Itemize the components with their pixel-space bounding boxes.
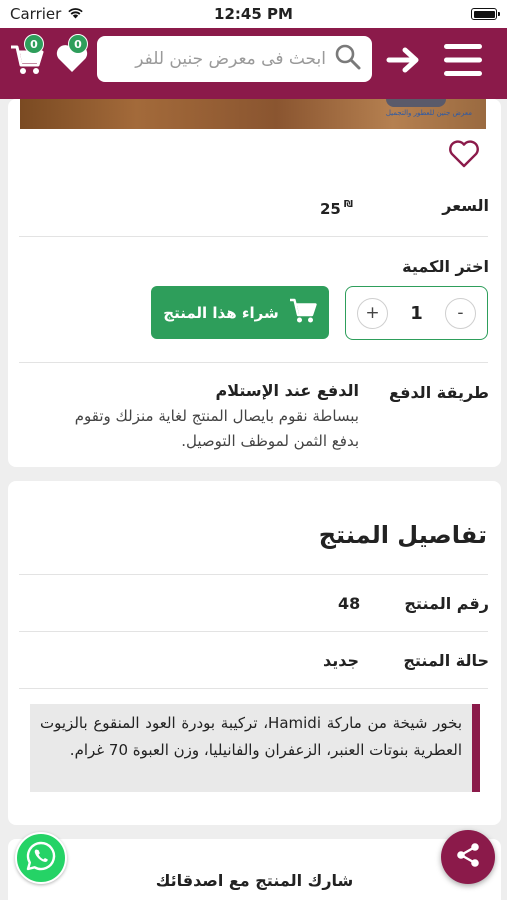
divider	[19, 631, 488, 632]
currency-symbol: ₪	[343, 199, 353, 210]
wishlist-count-badge: 0	[68, 34, 88, 54]
quantity-minus-button[interactable]: -	[445, 297, 476, 329]
product-description: بخور شيخة من ماركة Hamidi، تركيبة بودرة …	[30, 704, 480, 792]
quantity-label: اختر الكمية	[402, 257, 489, 276]
search-box[interactable]	[97, 36, 372, 82]
search-input[interactable]	[107, 49, 326, 69]
brand-caption: معرض جنين للعطور والتجميل	[385, 109, 472, 117]
share-label: شارك المنتج مع اصدقائك	[155, 871, 354, 890]
whatsapp-icon	[25, 840, 57, 876]
payment-description: ببساطة نقوم بايصال المنتج لغاية منزلك وت…	[74, 407, 359, 450]
price-value: 25 ₪	[320, 199, 353, 218]
payment-label: طريقة الدفع	[389, 383, 489, 402]
app-header: 0 0	[0, 28, 507, 99]
whatsapp-button[interactable]	[15, 832, 67, 884]
menu-button[interactable]	[441, 41, 485, 83]
divider	[19, 236, 488, 237]
carrier-label: Carrier	[10, 5, 62, 23]
product-number-value: 48	[338, 594, 361, 613]
condition-label: حالة المنتج	[403, 651, 489, 670]
divider	[19, 362, 488, 363]
heart-outline-icon	[448, 140, 480, 172]
share-button[interactable]	[441, 830, 495, 884]
search-icon	[334, 43, 362, 75]
status-left: Carrier	[10, 5, 84, 23]
product-image: معرض جنين للعطور والتجميل	[20, 99, 486, 129]
condition-value: جديد	[322, 651, 359, 670]
back-button[interactable]	[384, 44, 424, 80]
buy-button-label: شراء هذا المنتج	[163, 303, 279, 322]
battery-icon	[471, 8, 500, 20]
share-card: شارك المنتج مع اصدقائك	[8, 839, 501, 900]
cart-icon	[289, 298, 317, 328]
quantity-plus-button[interactable]: +	[357, 297, 388, 329]
details-card: تفاصيل المنتج رقم المنتج 48 حالة المنتج …	[8, 481, 501, 825]
status-bar: Carrier 12:45 PM	[0, 0, 507, 28]
menu-icon	[442, 42, 484, 82]
product-image-shape	[386, 99, 446, 107]
quantity-stepper: + 1 -	[345, 286, 488, 340]
details-title: تفاصيل المنتج	[318, 521, 487, 549]
divider	[19, 688, 488, 689]
cart-button[interactable]: 0	[8, 34, 46, 81]
wishlist-button[interactable]: 0	[54, 34, 90, 78]
product-number-label: رقم المنتج	[404, 594, 489, 613]
price-amount: 25	[320, 200, 341, 218]
arrow-right-icon	[386, 45, 422, 79]
share-icon	[454, 841, 482, 873]
quantity-value: 1	[410, 302, 423, 324]
payment-method: الدفع عند الإستلام	[215, 381, 359, 400]
add-to-wishlist-button[interactable]	[448, 139, 480, 172]
divider	[19, 574, 488, 575]
price-label: السعر	[442, 196, 489, 215]
wifi-icon	[67, 5, 84, 23]
cart-count-badge: 0	[24, 34, 44, 54]
purchase-card: معرض جنين للعطور والتجميل السعر 25 ₪ اختر…	[8, 99, 501, 467]
buy-button[interactable]: شراء هذا المنتج	[151, 286, 329, 339]
